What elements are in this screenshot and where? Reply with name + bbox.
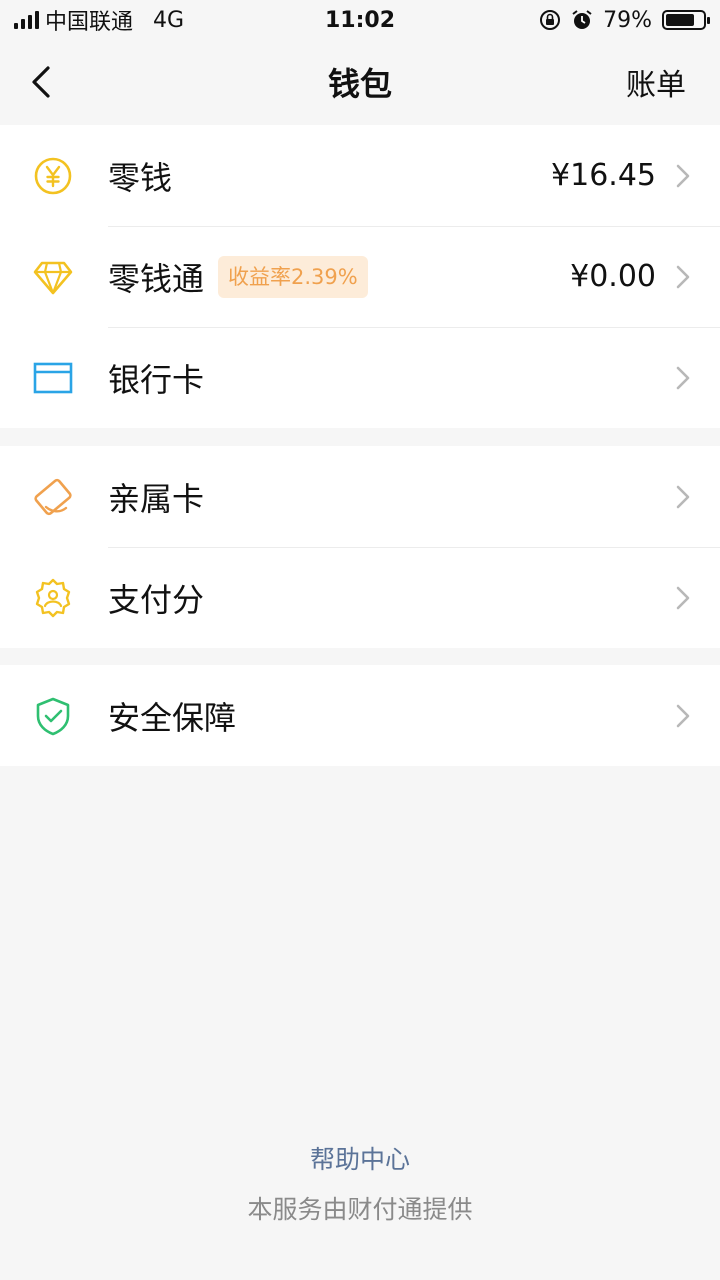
chevron-right-icon — [676, 366, 690, 390]
back-arrow-icon[interactable] — [24, 60, 64, 104]
provider-note: 本服务由财付通提供 — [247, 1195, 473, 1224]
battery-icon — [662, 10, 710, 30]
carrier-name: 中国联通 — [45, 10, 134, 35]
bank-card-icon — [33, 362, 73, 394]
family-card-icon — [34, 478, 72, 516]
row-bank-card[interactable]: 银行卡 — [0, 327, 720, 428]
row-family-card[interactable]: 亲属卡 — [0, 446, 720, 547]
pay-score-icon — [35, 578, 71, 618]
page-title: 钱包 — [327, 65, 392, 103]
signal-icon — [14, 11, 39, 29]
row-change[interactable]: 零钱 ¥16.45 — [0, 125, 720, 226]
row-label: 零钱通 — [108, 259, 205, 298]
row-label: 亲属卡 — [108, 479, 205, 518]
chevron-right-icon — [676, 265, 690, 289]
status-bar: 中国联通 4G 11:02 79% — [0, 0, 720, 40]
wallet-group-security: 安全保障 — [0, 665, 720, 766]
yuan-coin-icon — [34, 157, 72, 195]
wallet-group-funds: 零钱 ¥16.45 零钱通 收益率2.39% ¥0.00 银行卡 — [0, 125, 720, 428]
row-label: 支付分 — [108, 580, 205, 619]
diamond-icon — [33, 261, 73, 295]
chevron-right-icon — [676, 704, 690, 728]
row-change-pass[interactable]: 零钱通 收益率2.39% ¥0.00 — [0, 226, 720, 327]
balance-value: ¥0.00 — [570, 259, 656, 294]
row-pay-score[interactable]: 支付分 — [0, 547, 720, 648]
balance-value: ¥16.45 — [551, 158, 656, 193]
row-label: 零钱 — [108, 158, 173, 197]
chevron-right-icon — [676, 485, 690, 509]
network-type: 4G — [153, 7, 185, 33]
yield-rate-badge: 收益率2.39% — [218, 256, 368, 298]
chevron-right-icon — [676, 164, 690, 188]
row-security[interactable]: 安全保障 — [0, 665, 720, 766]
nav-bar: 钱包 账单 — [0, 40, 720, 124]
row-label: 银行卡 — [108, 360, 205, 399]
shield-check-icon — [36, 697, 70, 736]
battery-percent: 79% — [603, 7, 652, 33]
wallet-group-services: 亲属卡 支付分 — [0, 446, 720, 648]
alarm-icon — [572, 10, 592, 29]
chevron-right-icon — [676, 586, 690, 610]
bill-button[interactable]: 账单 — [626, 60, 686, 104]
row-label: 安全保障 — [108, 698, 237, 737]
rotation-lock-icon — [540, 10, 561, 30]
help-center-link[interactable]: 帮助中心 — [0, 1140, 720, 1176]
